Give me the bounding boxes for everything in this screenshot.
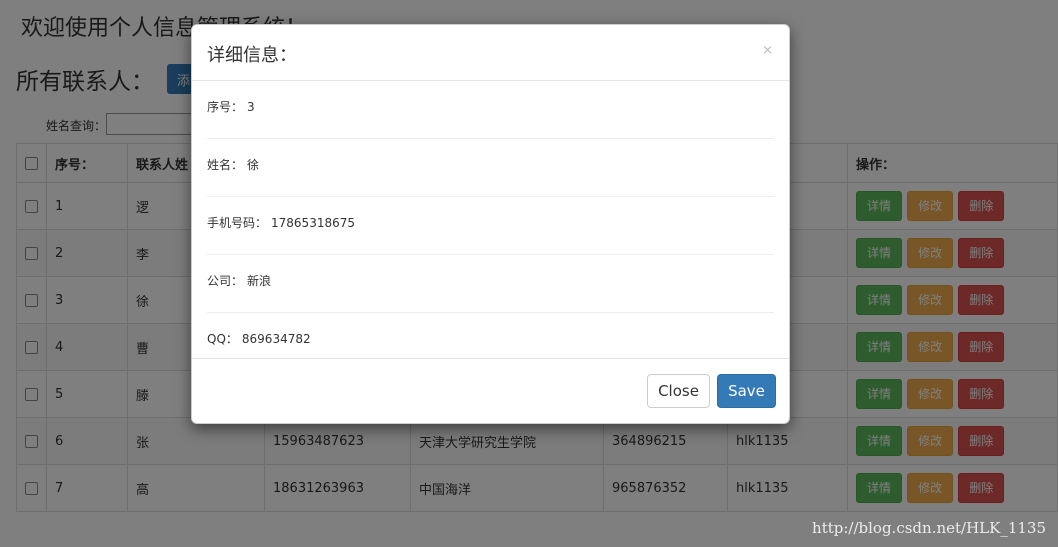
modal-title: 详细信息： xyxy=(207,45,297,66)
field-label: 序号： xyxy=(207,100,244,114)
close-icon[interactable]: × xyxy=(762,43,773,58)
field-value: 新浪 xyxy=(247,274,272,288)
detail-modal: 详细信息： × 序号： 3 姓名：徐 手机号码： 17865318675 公司： 新浪… xyxy=(191,24,790,424)
field-value: 17865318675 xyxy=(271,216,355,230)
field-value: 869634782 xyxy=(241,332,311,346)
save-button[interactable]: Save xyxy=(717,374,776,408)
modal-header: 详细信息： × xyxy=(192,25,789,81)
modal-footer: Close Save xyxy=(192,358,789,423)
field-label: 姓名： xyxy=(207,158,244,172)
field-label: QQ： xyxy=(207,332,238,346)
modal-body: 序号： 3 姓名：徐 手机号码： 17865318675 公司： 新浪 QQ： 8696… xyxy=(192,81,789,371)
field-value: 3 xyxy=(247,100,255,114)
field-name: 姓名：徐 xyxy=(207,139,774,197)
field-label: 手机号码： xyxy=(207,216,268,230)
field-value: 徐 xyxy=(247,158,260,172)
watermark: http://blog.csdn.net/HLK_1135 xyxy=(812,519,1046,537)
field-number: 序号： 3 xyxy=(207,81,774,139)
field-company: 公司： 新浪 xyxy=(207,255,774,313)
field-phone: 手机号码： 17865318675 xyxy=(207,197,774,255)
field-label: 公司： xyxy=(207,274,244,288)
close-button[interactable]: Close xyxy=(647,374,710,408)
